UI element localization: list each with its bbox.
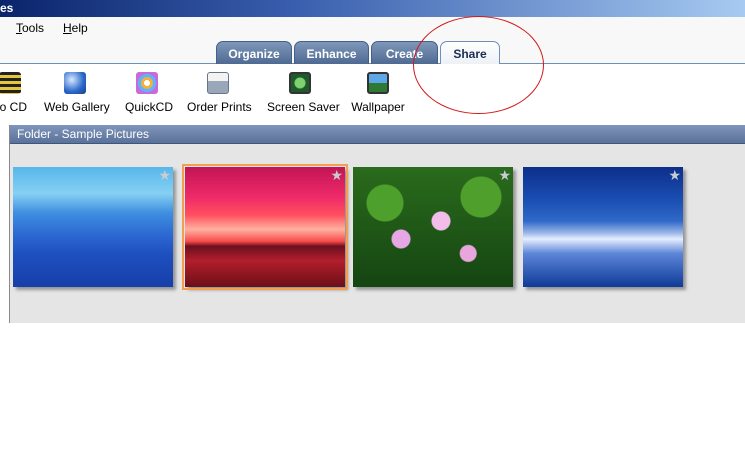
tab-enhance[interactable]: Enhance	[294, 41, 369, 64]
quickcd-button[interactable]: QuickCD	[125, 72, 174, 118]
folder-header[interactable]: Folder - Sample Pictures	[10, 125, 745, 144]
quickcd-icon	[136, 72, 158, 94]
screen-saver-icon	[289, 72, 311, 94]
thumbnail-blue-hills[interactable]: ★	[13, 167, 173, 287]
video-cd-button[interactable]: eo CD	[0, 72, 30, 118]
thumbnail-sunset[interactable]: ★	[182, 164, 348, 290]
screen-saver-button[interactable]: Screen Saver	[267, 72, 340, 118]
wallpaper-label: Wallpaper	[351, 100, 405, 114]
quickcd-label: QuickCD	[125, 100, 174, 114]
tab-organize[interactable]: Organize	[216, 41, 292, 64]
star-icon[interactable]: ★	[158, 168, 171, 182]
menu-help-label: elp	[71, 21, 88, 35]
tab-share[interactable]: Share	[440, 41, 500, 65]
title-bar[interactable]: es	[0, 0, 745, 17]
share-toolbar: eo CD Web Gallery QuickCD Order Prints S…	[0, 64, 745, 120]
star-icon[interactable]: ★	[668, 168, 681, 182]
window-title: es	[0, 1, 14, 15]
screen-saver-label: Screen Saver	[267, 100, 340, 114]
order-prints-button[interactable]: Order Prints	[187, 72, 252, 118]
order-prints-icon	[207, 72, 229, 94]
menu-tools-label: ools	[22, 21, 45, 35]
app-window: es Tools Help Organize Enhance Create Sh…	[0, 0, 745, 457]
menu-help[interactable]: Help	[63, 21, 88, 35]
menu-bar: Tools Help	[0, 17, 745, 41]
thumbnail-winter[interactable]: ★	[523, 167, 683, 287]
web-gallery-icon	[64, 72, 86, 94]
picture-gallery: Folder - Sample Pictures ★ ★ ★ ★	[9, 125, 745, 323]
web-gallery-label: Web Gallery	[44, 100, 110, 114]
tab-create[interactable]: Create	[371, 41, 438, 64]
star-icon[interactable]: ★	[330, 168, 343, 182]
menu-tools[interactable]: Tools	[16, 21, 44, 35]
video-cd-icon	[0, 72, 21, 94]
task-tabs: Organize Enhance Create Share	[0, 41, 745, 65]
web-gallery-button[interactable]: Web Gallery	[44, 72, 110, 118]
wallpaper-icon	[367, 72, 389, 94]
menu-help-mnemonic: H	[63, 21, 72, 35]
star-icon[interactable]: ★	[498, 168, 511, 182]
video-cd-label: eo CD	[0, 100, 27, 114]
order-prints-label: Order Prints	[187, 100, 252, 114]
thumbnail-water-lilies[interactable]: ★	[353, 167, 513, 287]
left-pane-edge	[0, 125, 9, 323]
wallpaper-button[interactable]: Wallpaper	[351, 72, 405, 118]
